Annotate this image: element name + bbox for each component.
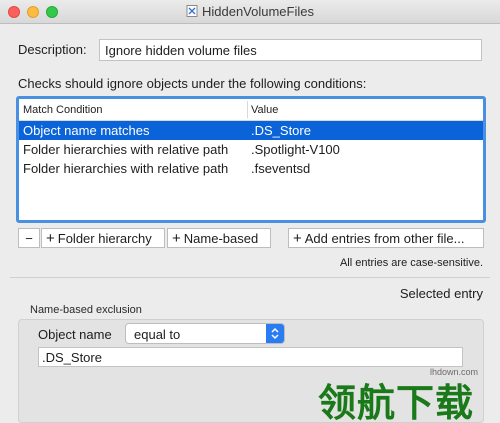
table-row[interactable]: Folder hierarchies with relative path .f… xyxy=(19,159,483,178)
column-header-value[interactable]: Value xyxy=(251,104,278,116)
row-value: .DS_Store xyxy=(251,123,311,138)
updown-chevron-icon xyxy=(266,324,284,343)
description-input[interactable] xyxy=(99,39,482,61)
panel-label: Name-based exclusion xyxy=(30,304,142,316)
table-row[interactable]: Object name matches .DS_Store xyxy=(19,121,483,140)
conditions-table[interactable]: Match Condition Value Object name matche… xyxy=(16,96,486,223)
add-folder-hierarchy-button[interactable]: + Folder hierarchy xyxy=(41,228,165,248)
document-icon xyxy=(186,5,198,17)
plus-icon: + xyxy=(172,229,181,247)
button-label: Name-based xyxy=(183,230,259,246)
row-value: .fseventsd xyxy=(251,161,311,176)
match-operator-select[interactable]: equal to xyxy=(125,323,285,344)
row-condition: Folder hierarchies with relative path xyxy=(23,161,229,176)
object-name-input[interactable] xyxy=(38,347,463,367)
section-divider xyxy=(10,277,490,278)
plus-icon: + xyxy=(293,229,302,247)
description-label: Description: xyxy=(18,42,87,57)
table-header: Match Condition Value xyxy=(19,99,483,121)
case-sensitivity-note: All entries are case-sensitive. xyxy=(339,257,483,269)
row-condition: Object name matches xyxy=(23,123,150,138)
row-value: .Spotlight-V100 xyxy=(251,142,340,157)
window-title: HiddenVolumeFiles xyxy=(201,4,314,19)
window-title-group: HiddenVolumeFiles xyxy=(0,4,500,19)
column-separator[interactable] xyxy=(247,101,248,118)
selected-entry-label: Selected entry xyxy=(399,286,483,301)
row-condition: Folder hierarchies with relative path xyxy=(23,142,229,157)
add-name-based-button[interactable]: + Name-based xyxy=(167,228,271,248)
add-entries-from-file-button[interactable]: + Add entries from other file... xyxy=(288,228,484,248)
table-row[interactable]: Folder hierarchies with relative path .S… xyxy=(19,140,483,159)
column-header-match-condition[interactable]: Match Condition xyxy=(23,104,103,116)
button-label: Add entries from other file... xyxy=(304,230,465,246)
conditions-label: Checks should ignore objects under the f… xyxy=(18,76,367,91)
plus-icon: + xyxy=(46,229,55,247)
watermark-logo: 领航下载 xyxy=(318,381,475,423)
remove-entry-button[interactable]: − xyxy=(18,228,40,248)
object-name-label: Object name xyxy=(38,327,112,342)
button-label: Folder hierarchy xyxy=(57,230,152,246)
title-bar: HiddenVolumeFiles xyxy=(0,0,500,24)
select-value: equal to xyxy=(134,327,181,342)
